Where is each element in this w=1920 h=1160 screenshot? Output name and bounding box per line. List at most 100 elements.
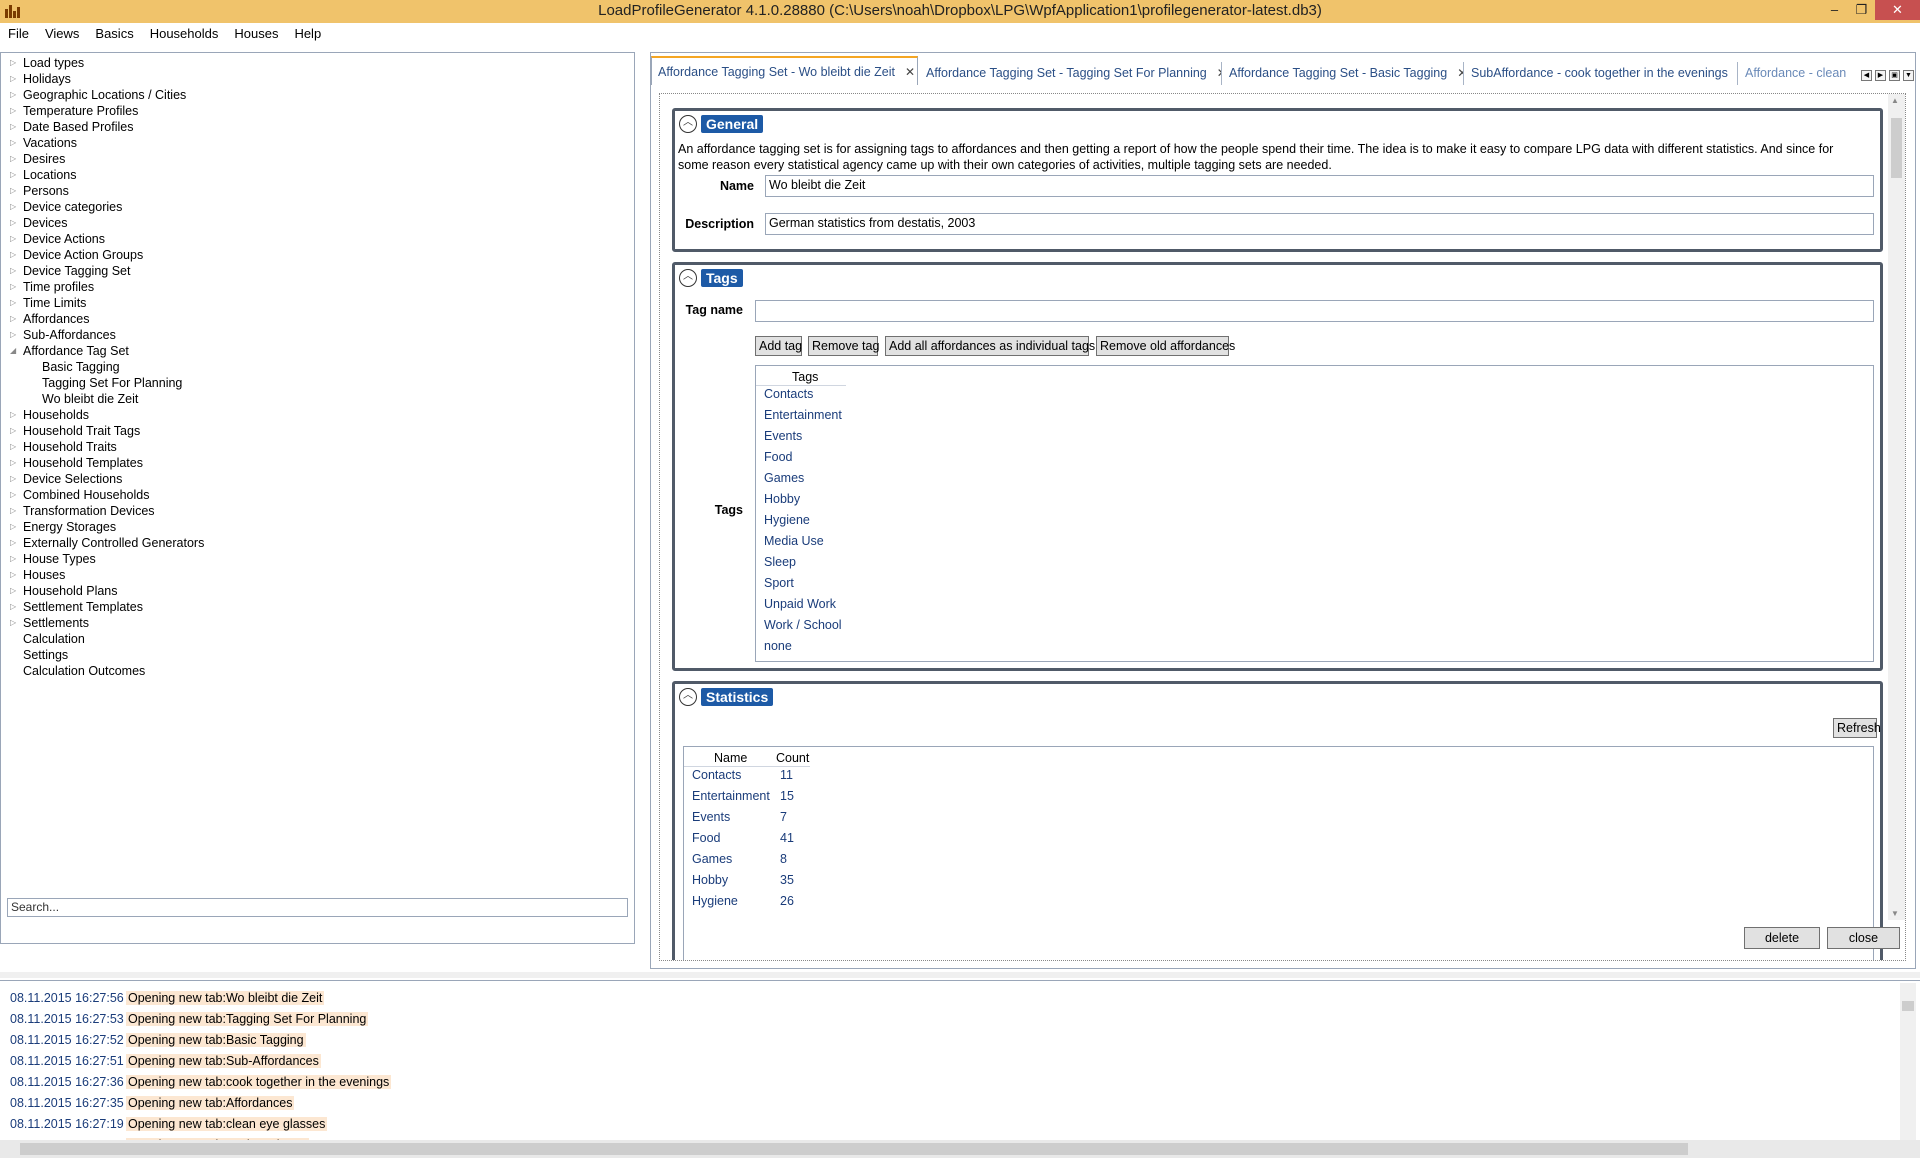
statistics-table[interactable]: Name Count Contacts 11 Entertainment 15 Even… xyxy=(683,746,1874,960)
tree-item[interactable]: ▷ Device Selections xyxy=(9,471,634,487)
list-item[interactable]: Sport xyxy=(764,573,794,594)
collapse-icon[interactable]: ︿ xyxy=(679,115,697,133)
tree-item[interactable]: Tagging Set For Planning xyxy=(9,375,634,391)
expand-arrow-icon[interactable]: ▷ xyxy=(10,167,20,183)
expand-arrow-icon[interactable]: ▷ xyxy=(10,55,20,71)
tree-item[interactable]: ▷ Houses xyxy=(9,567,634,583)
tree-item[interactable]: ▷ Devices xyxy=(9,215,634,231)
table-row-count[interactable]: 7 xyxy=(780,807,787,828)
tree-item[interactable]: Settings xyxy=(9,647,634,663)
horizontal-scrollbar[interactable] xyxy=(0,1140,1920,1158)
expand-arrow-icon[interactable]: ▷ xyxy=(10,407,20,423)
tags-list[interactable]: Tags Contacts Entertainment Events Food Game… xyxy=(755,365,1874,662)
expand-arrow-icon[interactable]: ▷ xyxy=(10,439,20,455)
tree-item[interactable]: ▷ Load types xyxy=(9,55,634,71)
table-row-name[interactable]: Contacts xyxy=(692,765,741,786)
tree-item[interactable]: ▷ Time profiles xyxy=(9,279,634,295)
tree-item[interactable]: Basic Tagging xyxy=(9,359,634,375)
minimize-button[interactable]: ‒ xyxy=(1821,0,1848,20)
log-entry[interactable]: 08.11.2015 16:27:52 Opening new tab:Basic… xyxy=(10,1030,306,1051)
tree-item[interactable]: ▷ Transformation Devices xyxy=(9,503,634,519)
tree-item[interactable]: ▷ Settlements xyxy=(9,615,634,631)
table-row-name[interactable]: Hygiene xyxy=(692,891,738,912)
tree-item[interactable]: ▷ Externally Controlled Generators xyxy=(9,535,634,551)
table-row-name[interactable]: Events xyxy=(692,807,730,828)
table-row-name[interactable]: Entertainment xyxy=(692,786,770,807)
table-row-count[interactable]: 26 xyxy=(780,891,794,912)
scrollbar-thumb[interactable] xyxy=(20,1143,1688,1155)
tree-item[interactable]: Calculation xyxy=(9,631,634,647)
name-column-header[interactable]: Name xyxy=(714,751,747,765)
table-row-count[interactable]: 11 xyxy=(780,765,793,786)
tree-item[interactable]: ▷ Persons xyxy=(9,183,634,199)
list-item[interactable]: Media Use xyxy=(764,531,824,552)
list-item[interactable]: Hygiene xyxy=(764,510,810,531)
expand-arrow-icon[interactable]: ▷ xyxy=(10,279,20,295)
list-item[interactable]: Work / School xyxy=(764,615,842,636)
menu-file[interactable]: File xyxy=(0,26,37,41)
description-field[interactable]: German statistics from destatis, 2003 xyxy=(765,213,1874,235)
tree-item[interactable]: ▷ Device categories xyxy=(9,199,634,215)
splitter[interactable] xyxy=(0,972,1920,978)
expand-arrow-icon[interactable]: ▷ xyxy=(10,151,20,167)
log-entry[interactable]: 08.11.2015 16:27:36 Opening new tab:cook … xyxy=(10,1072,392,1093)
tree-item[interactable]: ▷ Time Limits xyxy=(9,295,634,311)
table-row-count[interactable]: 15 xyxy=(780,786,794,807)
list-item[interactable]: Entertainment xyxy=(764,405,842,426)
scroll-left-icon[interactable]: ◀ xyxy=(1861,70,1872,81)
expand-arrow-icon[interactable]: ▷ xyxy=(10,599,20,615)
expand-arrow-icon[interactable]: ▷ xyxy=(10,503,20,519)
tree-item[interactable]: ▷ Desires xyxy=(9,151,634,167)
expand-arrow-icon[interactable]: ▷ xyxy=(10,103,20,119)
expand-arrow-icon[interactable]: ▷ xyxy=(10,471,20,487)
close-window-button[interactable]: ✕ xyxy=(1875,0,1920,20)
menu-houses[interactable]: Houses xyxy=(226,26,286,41)
scroll-down-icon[interactable]: ▼ xyxy=(1891,909,1899,918)
collapse-icon[interactable]: ︿ xyxy=(679,269,697,287)
expand-arrow-icon[interactable]: ▷ xyxy=(10,615,20,631)
tab-menu-icon[interactable]: ▼ xyxy=(1903,70,1914,81)
log-scrollbar[interactable] xyxy=(1900,983,1916,1143)
expand-arrow-icon[interactable]: ▷ xyxy=(10,455,20,471)
tree-item[interactable]: Wo bleibt die Zeit xyxy=(9,391,634,407)
tags-column-header[interactable]: Tags xyxy=(792,370,818,384)
table-row-count[interactable]: 41 xyxy=(780,828,794,849)
expand-arrow-icon[interactable]: ▷ xyxy=(10,183,20,199)
tree-item[interactable]: ▷ Combined Households xyxy=(9,487,634,503)
tree-item[interactable]: ▷ Device Actions xyxy=(9,231,634,247)
menu-basics[interactable]: Basics xyxy=(87,26,141,41)
remove-tag-button[interactable]: Remove tag xyxy=(808,336,879,356)
menu-help[interactable]: Help xyxy=(286,26,329,41)
table-row-count[interactable]: 35 xyxy=(780,870,794,891)
collapse-icon[interactable]: ︿ xyxy=(679,688,697,706)
delete-button[interactable]: delete xyxy=(1744,927,1820,949)
remove-old-affordances-button[interactable]: Remove old affordances xyxy=(1096,336,1235,356)
table-row-name[interactable]: Food xyxy=(692,828,721,849)
expand-arrow-icon[interactable]: ▷ xyxy=(10,247,20,263)
close-icon[interactable]: ✕ xyxy=(905,65,915,79)
list-item[interactable]: Sleep xyxy=(764,552,796,573)
tree-item[interactable]: ▷ Household Trait Tags xyxy=(9,423,634,439)
tab-tagging-set-for-planning[interactable]: Affordance Tagging Set - Tagging Set For… xyxy=(920,62,1222,85)
log-entry[interactable]: 08.11.2015 16:27:53 Opening new tab:Taggi… xyxy=(10,1009,369,1030)
scroll-right-icon[interactable]: ▶ xyxy=(1875,70,1886,81)
tree-item[interactable]: ▷ Sub-Affordances xyxy=(9,327,634,343)
expand-arrow-icon[interactable]: ▷ xyxy=(10,583,20,599)
log-entry[interactable]: 08.11.2015 16:27:51 Opening new tab:Sub-A… xyxy=(10,1051,321,1072)
tag-name-field[interactable] xyxy=(755,300,1874,322)
tab-list-icon[interactable]: ▣ xyxy=(1889,70,1900,81)
list-item[interactable]: Hobby xyxy=(764,489,800,510)
tree-item[interactable]: ▷ Temperature Profiles xyxy=(9,103,634,119)
search-input[interactable]: Search... xyxy=(7,898,628,917)
close-icon[interactable]: ✕ xyxy=(1217,66,1221,80)
tab-clean-eye-glasses[interactable]: Affordance - clean eye glasses xyxy=(1739,62,1849,85)
close-button[interactable]: close xyxy=(1827,927,1900,949)
tree-item[interactable]: ▷ Households xyxy=(9,407,634,423)
expand-arrow-icon[interactable]: ▷ xyxy=(10,311,20,327)
expand-arrow-icon[interactable]: ▷ xyxy=(10,215,20,231)
tree-item[interactable]: ▷ Geographic Locations / Cities xyxy=(9,87,634,103)
list-item[interactable]: Food xyxy=(764,447,793,468)
refresh-button[interactable]: Refresh xyxy=(1833,718,1881,738)
expand-arrow-icon[interactable]: ▷ xyxy=(10,551,20,567)
expand-arrow-icon[interactable]: ▷ xyxy=(10,295,20,311)
